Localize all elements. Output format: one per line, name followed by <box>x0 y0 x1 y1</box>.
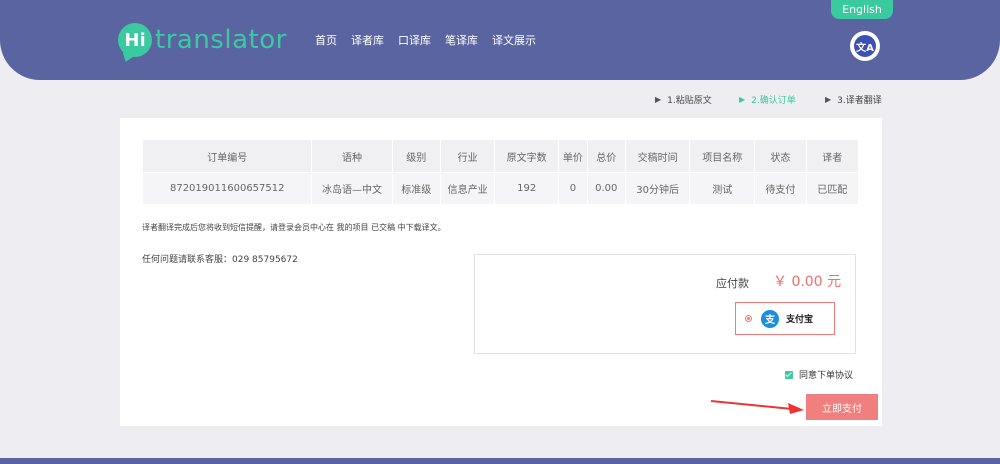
cell-unit-price: 0 <box>558 172 588 205</box>
step-confirm-order: ▶ 2.确认订单 <box>739 93 825 106</box>
column-header: 订单编号 <box>141 139 313 173</box>
amount-due-value: ￥ 0.00 元 <box>773 274 842 290</box>
nav-interpreter-library[interactable]: 口译库 <box>398 32 431 48</box>
translate-icon[interactable]: 文A <box>850 31 880 61</box>
column-header: 项目名称 <box>689 139 756 173</box>
cell-translator: 已匹配 <box>805 172 860 205</box>
alipay-label: 支付宝 <box>786 315 814 325</box>
step-label: 3.译者翻译 <box>837 96 882 106</box>
main-nav: 首页 译者库 口译库 笔译库 译文展示 <box>315 32 536 48</box>
step-paste-source: ▶ 1.粘贴原文 <box>655 93 739 106</box>
cell-level: 标准级 <box>391 172 441 205</box>
arrow-shaft <box>710 400 793 410</box>
nav-translation-showcase[interactable]: 译文展示 <box>492 32 536 48</box>
column-header: 原文字数 <box>494 139 559 173</box>
order-steps: ▶ 1.粘贴原文 ▶ 2.确认订单 ▶ 3.译者翻译 <box>655 93 882 106</box>
cell-order-number: 872019011600657512 <box>141 172 313 205</box>
alipay-icon: 支 <box>761 309 779 328</box>
nav-translator-library[interactable]: 译者库 <box>351 32 384 48</box>
order-card: 订单编号 语种 级别 行业 原文字数 单价 总价 交稿时间 项目名称 状态 译者… <box>120 118 882 426</box>
column-header: 行业 <box>439 139 496 173</box>
agreement-row[interactable]: 同意下单协议 <box>785 368 853 381</box>
footer-bar <box>0 458 1000 464</box>
play-triangle-icon: ▶ <box>825 95 832 104</box>
payment-panel: 应付款 ￥ 0.00 元 支 支付宝 <box>474 254 856 354</box>
play-triangle-icon: ▶ <box>739 95 746 104</box>
cell-language-pair: 冰岛语—中文 <box>311 172 393 205</box>
step-label: 1.粘贴原文 <box>667 96 712 106</box>
agreement-checkbox[interactable] <box>785 370 793 379</box>
translate-icon-glyph: 文A <box>854 35 876 57</box>
completion-notice: 译者翻译完成后您将收到短信提醒，请登录会员中心在 我的项目 已交稿 中下载译文。 <box>142 223 446 232</box>
column-header: 单价 <box>558 139 588 173</box>
nav-home[interactable]: 首页 <box>315 32 337 48</box>
order-table: 订单编号 语种 级别 行业 原文字数 单价 总价 交稿时间 项目名称 状态 译者… <box>141 139 860 205</box>
logo-text: translator <box>155 25 287 55</box>
column-header: 语种 <box>311 139 393 173</box>
arrow-head <box>788 403 804 414</box>
site-logo[interactable]: Hi translator <box>118 22 287 58</box>
table-row: 872019011600657512 冰岛语—中文 标准级 信息产业 192 0… <box>141 172 860 205</box>
red-arrow-annotation <box>710 400 804 414</box>
pay-now-button[interactable]: 立即支付 <box>806 394 878 420</box>
column-header: 译者 <box>805 139 860 173</box>
table-header-row: 订单编号 语种 级别 行业 原文字数 单价 总价 交稿时间 项目名称 状态 译者 <box>141 139 860 173</box>
cell-total-price: 0.00 <box>586 172 626 205</box>
column-header: 状态 <box>754 139 807 173</box>
step-label: 2.确认订单 <box>751 96 796 106</box>
cell-delivery-time: 30分钟后 <box>624 172 691 205</box>
customer-service-contact: 任何问题请联系客服：029 85795672 <box>142 255 298 265</box>
alipay-radio[interactable] <box>745 315 752 322</box>
logo-hi-badge: Hi <box>118 23 152 57</box>
cell-industry: 信息产业 <box>439 172 496 205</box>
english-language-button[interactable]: English <box>831 0 893 19</box>
agreement-label: 同意下单协议 <box>799 371 854 381</box>
alipay-option[interactable]: 支 支付宝 <box>735 302 835 335</box>
amount-due-label: 应付款 <box>716 277 749 290</box>
play-triangle-icon: ▶ <box>655 95 662 104</box>
step-translator-translate: ▶ 3.译者翻译 <box>825 93 882 106</box>
cell-word-count: 192 <box>494 172 559 205</box>
column-header: 交稿时间 <box>624 139 691 173</box>
column-header: 级别 <box>391 139 441 173</box>
cell-project-name: 测试 <box>689 172 756 205</box>
column-header: 总价 <box>586 139 626 173</box>
cell-status: 待支付 <box>754 172 807 205</box>
nav-written-translation-library[interactable]: 笔译库 <box>445 32 478 48</box>
